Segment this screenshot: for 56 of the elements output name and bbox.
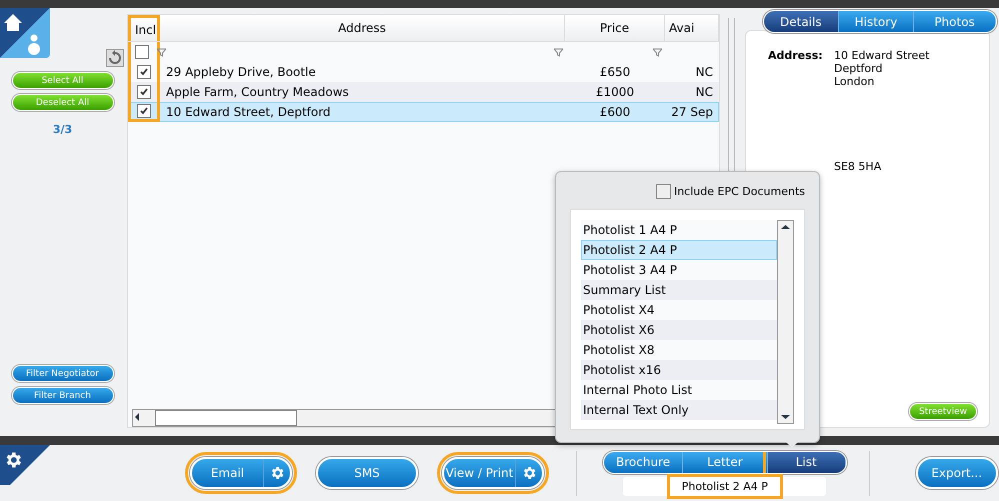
filter-button[interactable]: Filter Branch <box>12 387 114 404</box>
tab[interactable]: Photos <box>914 11 996 32</box>
gear-icon <box>269 465 285 481</box>
list-item[interactable]: Photolist 3 A4 P <box>581 260 777 280</box>
table-cell-text: £1000 <box>594 85 636 99</box>
refresh-icon[interactable] <box>106 49 124 67</box>
checkbox[interactable] <box>137 85 151 99</box>
list-item[interactable]: Photolist 2 A4 P <box>581 240 777 260</box>
checkbox[interactable] <box>137 65 151 79</box>
checkbox[interactable] <box>135 45 149 59</box>
filter-icon <box>653 48 662 56</box>
address-line: Deptford <box>834 62 884 75</box>
list-item[interactable]: Internal Text Only <box>581 400 777 420</box>
tab[interactable]: Letter <box>683 452 768 472</box>
gear-icon <box>521 465 537 481</box>
table-cell-text: £600 <box>598 105 632 119</box>
list-item[interactable]: Internal Photo List <box>581 380 777 400</box>
column-header[interactable]: Price <box>565 15 665 41</box>
column-header[interactable]: Avai <box>665 15 719 41</box>
action-button[interactable]: SMS <box>316 457 418 489</box>
list-item[interactable]: Summary List <box>581 280 777 300</box>
filter-icon <box>157 48 166 56</box>
person-icon <box>28 34 40 55</box>
selection-count: 3/3 <box>52 123 72 136</box>
postcode-value: SE8 5HA <box>834 160 882 173</box>
filter-icon <box>554 48 563 56</box>
export-button[interactable]: Export... <box>916 457 998 489</box>
table-cell-text: NC <box>694 85 714 99</box>
tab[interactable]: Details <box>764 11 839 32</box>
epc-checkbox[interactable]: Include EPC Documents <box>656 184 805 199</box>
table-cell-text: Apple Farm, Country Meadows <box>165 85 350 99</box>
field-label: Address: <box>768 49 822 64</box>
house-icon <box>4 14 22 31</box>
list-item[interactable]: Photolist 1 A4 P <box>581 220 777 240</box>
table-cell-text: 29 Appleby Drive, Bootle <box>165 65 317 79</box>
checkbox[interactable] <box>137 104 151 118</box>
home-tile[interactable] <box>0 8 50 58</box>
list-item[interactable]: Photolist X4 <box>581 300 777 320</box>
table-row[interactable]: Apple Farm, Country Meadows £1000 NC <box>128 82 719 102</box>
list-item[interactable]: Photolist X8 <box>581 340 777 360</box>
table-cell-text: 27 Sep <box>670 105 714 119</box>
corner-tile <box>0 445 50 485</box>
list-item[interactable]: Photolist X6 <box>581 320 777 340</box>
table-cell-text: 10 Edward Street, Deptford <box>165 105 332 119</box>
column-header[interactable]: Address <box>160 15 565 41</box>
table-cell-text: £650 <box>598 65 632 79</box>
address-line: London <box>834 75 876 88</box>
address-line: 10 Edward Street <box>834 49 930 62</box>
table-cell-text: NC <box>694 65 714 79</box>
filter-button[interactable]: Filter Negotiator <box>12 365 114 382</box>
tab[interactable]: Brochure <box>604 452 684 472</box>
vertical-scrollbar[interactable] <box>777 220 794 424</box>
list-item[interactable]: Photolist x16 <box>581 360 777 380</box>
table-row[interactable]: 10 Edward Street, Deptford £600 27 Sep <box>128 102 719 122</box>
tab[interactable]: History <box>838 11 914 32</box>
column-header[interactable]: Incl <box>128 15 160 41</box>
